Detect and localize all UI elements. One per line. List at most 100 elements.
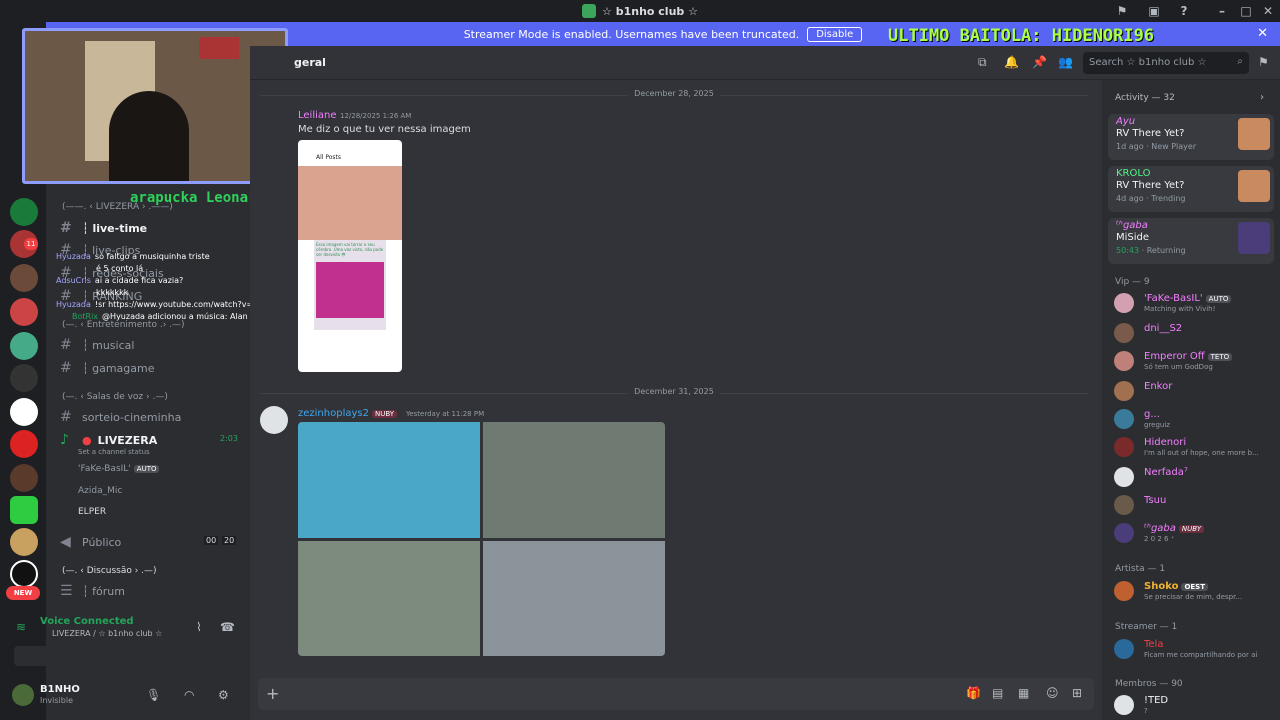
member-item[interactable]: Shoko OEST Se precisar de mim, despr... [1112,578,1274,604]
attachment-image[interactable] [298,422,480,538]
gift-icon[interactable]: 🎁 [966,686,981,700]
apps-icon[interactable]: ⊞ [1072,686,1082,700]
disable-button[interactable]: Disable [807,26,863,42]
channel-status[interactable]: Set a channel status [78,448,150,456]
server-icon[interactable] [10,560,38,588]
microphone-icon[interactable]: 🎙 [146,688,161,702]
bell-icon[interactable]: 🔔 [1004,55,1019,69]
activity-card[interactable]: KROLO RV There Yet? 4d ago · Trending [1108,166,1274,212]
voice-user[interactable]: 'FaKe-BasIL' AUTO [78,464,160,474]
attachment-image[interactable] [483,422,665,538]
screen-icon[interactable]: ▣ [1146,3,1162,19]
member-item[interactable]: Hidenori I'm all out of hope, one more b.… [1112,434,1274,460]
activity-card[interactable]: Ayu RV There Yet? 1d ago · New Player [1108,114,1274,160]
activity-card[interactable]: ᵗʰgaba MiSide 50:43 · Returning [1108,218,1274,264]
member-item[interactable]: !TED? [1112,692,1274,718]
channel-sorteio-cineminha[interactable]: # sorteio-cineminha [60,409,181,425]
gif-icon[interactable]: ▤ [992,686,1003,700]
voice-user[interactable]: ELPER [78,507,106,517]
username[interactable]: B1NHO [40,684,80,695]
voice-channel-livezera[interactable]: ♪ ● LIVEZERA [60,432,157,448]
close-window-button[interactable]: ✕ [1260,3,1276,19]
server-icon[interactable] [10,464,38,492]
attachment-image[interactable] [483,541,665,656]
channel-musical[interactable]: # ┆ musical [60,337,134,353]
plus-icon[interactable]: + [266,684,279,703]
image-photo [298,166,402,240]
member-item[interactable]: dni__S2 [1112,320,1274,346]
member-item[interactable]: g... greguiz [1112,406,1274,432]
role-header: Streamer — 1 [1115,622,1178,632]
noise-suppression-icon[interactable]: ⌇ [196,620,202,634]
member-item[interactable]: Tela Ficam me compartilhando por aí [1112,636,1274,662]
avatar[interactable] [12,684,34,706]
user-status: Invisible [40,696,73,705]
pin-icon[interactable]: 📌 [1032,55,1047,69]
server-icon[interactable] [10,528,38,556]
member-item[interactable]: Enkor [1112,378,1274,404]
attachment-image[interactable] [298,541,480,656]
headset-icon[interactable]: ◠ [184,688,194,702]
search-input[interactable]: Search ☆ b1nho club ☆ ⌕ [1083,52,1249,74]
category-entretenimento[interactable]: (—. ‹ Entretenimento .› .—) [62,320,185,330]
voice-channel-publico[interactable]: ◀ Público [60,534,121,550]
voice-location[interactable]: LIVEZERA / ☆ b1nho club ☆ [52,629,162,638]
message-author[interactable]: Leiliane [298,110,337,121]
channel-live-time[interactable]: # ┆ live-time [60,220,147,236]
threads-icon[interactable]: ⧉ [978,55,987,70]
member-item[interactable]: 'FaKe-BasIL' AUTO Matching with Vivih! [1112,290,1274,316]
overlay-chat-line: kkkkkkk [96,288,129,297]
inbox-icon[interactable]: ⚑ [1114,3,1130,19]
member-item[interactable]: ᵗʰgaba NUBY 2 0 2 6 ⁺ [1112,520,1274,546]
message-author[interactable]: zezinhoplays2 NUBY [298,408,398,419]
message-composer[interactable]: + 🎁 ▤ ▦ ☺ ⊞ [258,678,1094,710]
minimize-button[interactable]: – [1214,3,1230,19]
signal-icon[interactable]: ≋ [16,620,26,634]
camera-button[interactable] [14,646,64,666]
chevron-right-icon[interactable]: › [1260,92,1264,103]
voice-user[interactable]: Azida_Mic [78,486,122,496]
voice-panel: ≋ Voice Connected LIVEZERA / ☆ b1nho clu… [6,608,244,674]
server-icon[interactable] [10,364,38,392]
channel-forum[interactable]: ☰ ┆ fórum [60,583,125,599]
server-icon[interactable] [10,430,38,458]
title-bar: ☆ b1nho club ☆ ⚑ ▣ ? – □ ✕ [0,0,1280,22]
category-salas-de-voz[interactable]: (—. ‹ Salas de voz › .—) [62,392,168,402]
avatar[interactable] [260,406,288,434]
close-icon[interactable]: ✕ [1257,26,1268,41]
game-thumbnail [1238,170,1270,202]
server-icon[interactable] [10,398,38,426]
sticker-icon[interactable]: ▦ [1018,686,1029,700]
channel-gamagame[interactable]: # ┆ gamagame [60,360,155,376]
webcam-person [109,91,189,181]
user-panel: B1NHO Invisible 🎙 ◠ ⚙ [6,676,244,716]
game-thumbnail [1238,118,1270,150]
server-icon[interactable] [10,264,38,292]
maximize-button[interactable]: □ [1238,3,1254,19]
soundboard-button[interactable] [186,646,238,666]
voice-status[interactable]: Voice Connected [40,616,134,627]
inbox-icon[interactable]: ⚑ [1258,55,1269,69]
member-item[interactable]: Emperor Off TETO Só tem um GodDog [1112,348,1274,374]
help-icon[interactable]: ? [1176,3,1192,19]
hash-icon: # [60,337,72,353]
role-header: Artista — 1 [1115,564,1166,574]
server-icon[interactable] [10,298,38,326]
app-icon [582,4,597,18]
overlay-chat-line: AdsuCrls ai a cidade fica vazia? [56,276,184,285]
disconnect-icon[interactable]: ☎ [220,620,235,634]
activities-button[interactable] [128,646,180,666]
server-icon[interactable] [10,332,38,360]
gear-icon[interactable]: ⚙ [218,688,229,702]
message-image[interactable]: All Posts Essa imagem vai torrar o seu c… [298,140,402,372]
screenshare-button[interactable] [70,646,122,666]
members-icon[interactable]: 👥 [1058,55,1073,69]
image-header: All Posts [316,154,342,161]
server-icon[interactable] [10,496,38,524]
category-discussao[interactable]: (—. ‹ Discussão › .—) [62,566,157,576]
member-item[interactable]: Nerfada⁷ [1112,464,1274,490]
speaker-icon: ◀ [60,534,71,550]
member-item[interactable]: Tsuu [1112,492,1274,518]
server-icon[interactable] [10,198,38,226]
emoji-icon[interactable]: ☺ [1046,686,1059,700]
